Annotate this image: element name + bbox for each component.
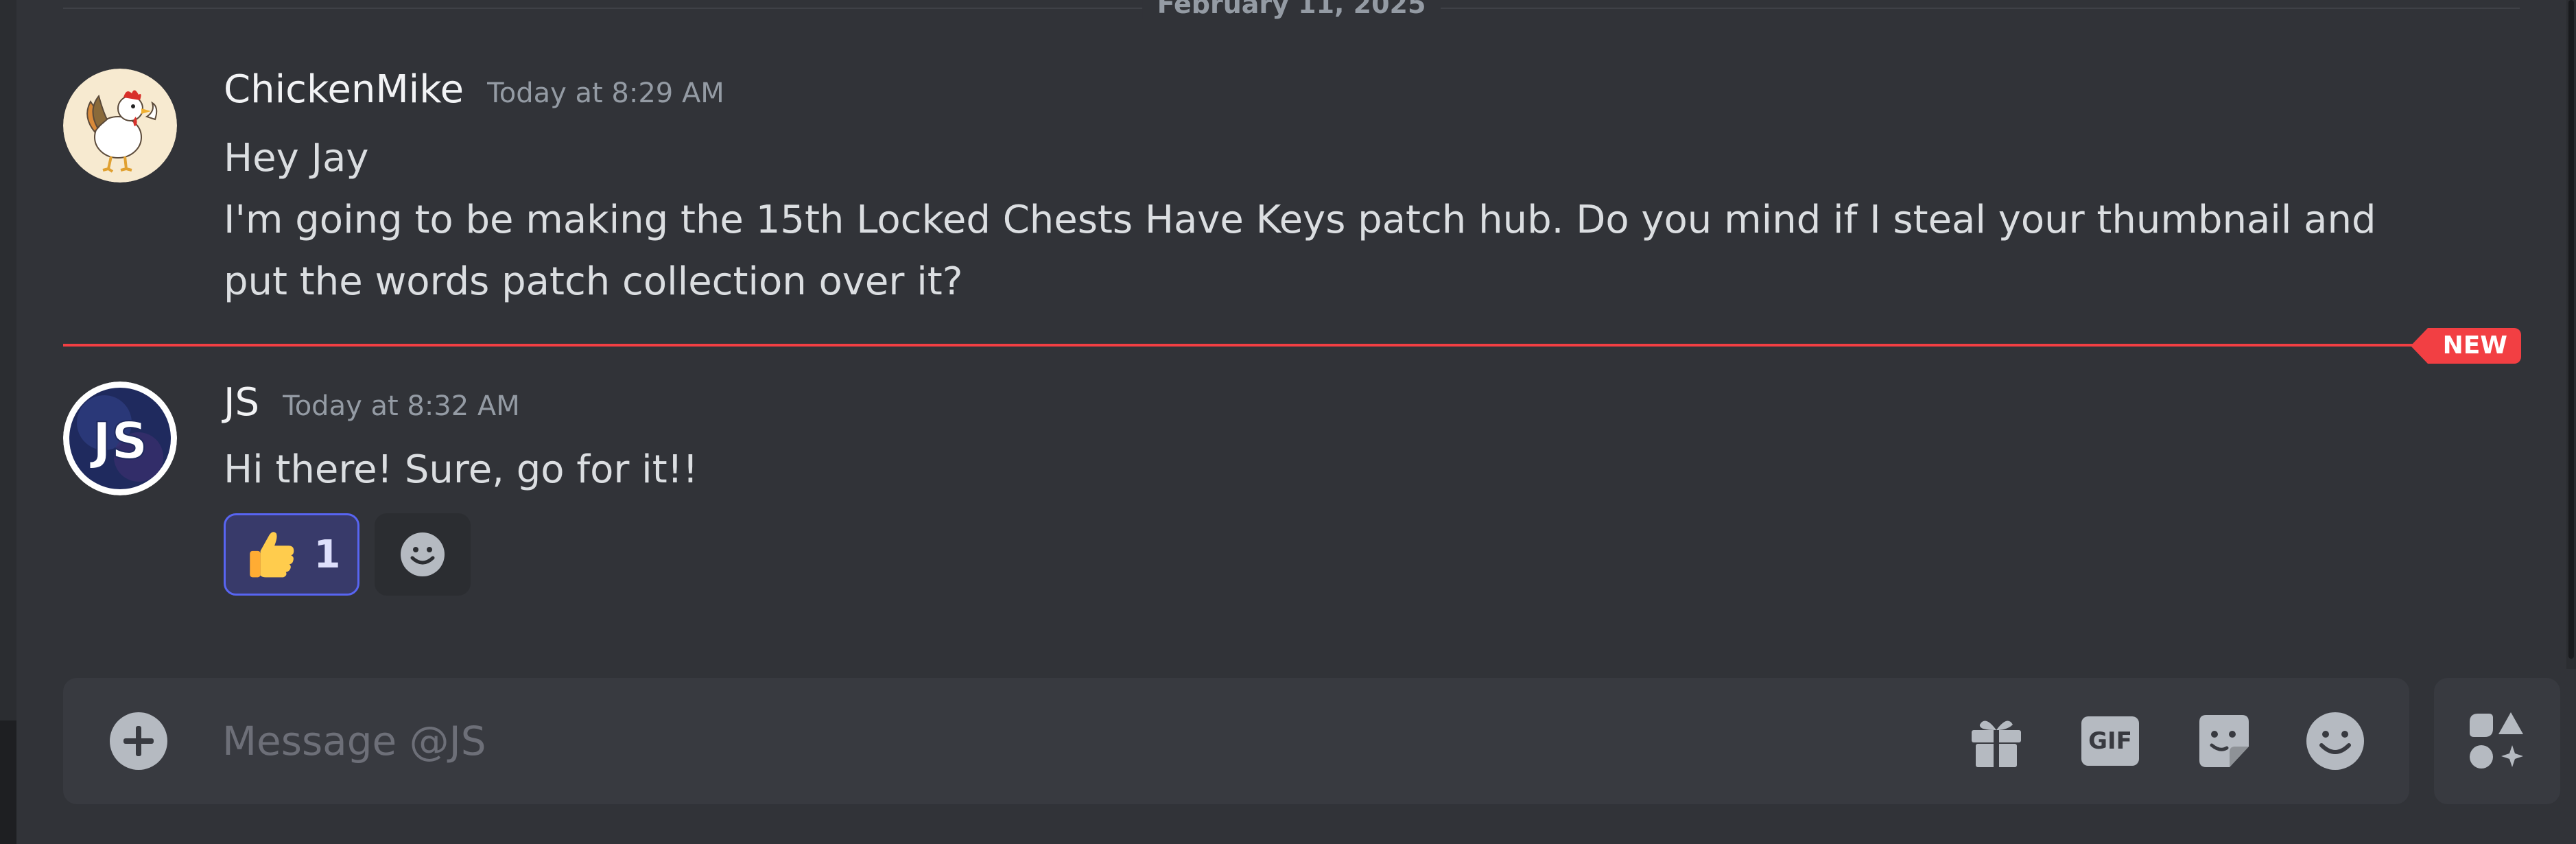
left-panel-edge-bottom [0, 720, 16, 844]
message-header: JS Today at 8:32 AM [224, 380, 520, 425]
apps-icon [2470, 712, 2523, 769]
reaction-thumbs-up[interactable]: 1 [224, 513, 359, 596]
username[interactable]: ChickenMike [224, 67, 464, 112]
scrollbar-thumb[interactable] [2568, 0, 2574, 659]
gif-button[interactable]: GIF [2079, 710, 2142, 773]
new-messages-divider [63, 344, 2521, 347]
date-label: February 11, 2025 [1142, 0, 1441, 19]
message-input[interactable]: Message @JS [222, 718, 486, 764]
username[interactable]: JS [224, 380, 259, 425]
left-panel-edge [0, 0, 16, 720]
apps-button[interactable] [2434, 678, 2560, 804]
rooster-avatar-icon [63, 69, 177, 183]
message-text: Hi there! Sure, go for it!! [224, 447, 698, 492]
message-composer[interactable]: Message @JS GIF [63, 678, 2409, 804]
gift-icon[interactable] [1965, 710, 2028, 773]
gif-label: GIF [2081, 716, 2139, 766]
message-header: ChickenMike Today at 8:29 AM [224, 67, 724, 112]
message-text: Hey Jay [224, 136, 369, 180]
date-divider: February 11, 2025 [63, 0, 2520, 21]
new-badge: NEW [2410, 328, 2521, 364]
sticker-icon[interactable] [2193, 710, 2256, 773]
scrollbar-track[interactable] [2566, 0, 2576, 669]
emoji-picker-icon[interactable] [2304, 710, 2367, 773]
add-reaction-button[interactable] [375, 513, 471, 596]
avatar[interactable] [63, 69, 177, 183]
js-avatar-icon: JS [63, 382, 177, 495]
add-attachment-icon[interactable] [108, 711, 169, 771]
smiley-icon [401, 532, 445, 576]
message-text: I'm going to be making the 15th Locked C… [224, 198, 2376, 242]
svg-text:JS: JS [89, 412, 148, 471]
thumbs-up-icon [249, 532, 294, 578]
timestamp[interactable]: Today at 8:32 AM [283, 390, 520, 422]
timestamp[interactable]: Today at 8:29 AM [487, 78, 724, 109]
message-text: put the words patch collection over it? [224, 259, 963, 304]
reaction-count: 1 [314, 532, 341, 577]
avatar[interactable]: JS [63, 382, 177, 495]
